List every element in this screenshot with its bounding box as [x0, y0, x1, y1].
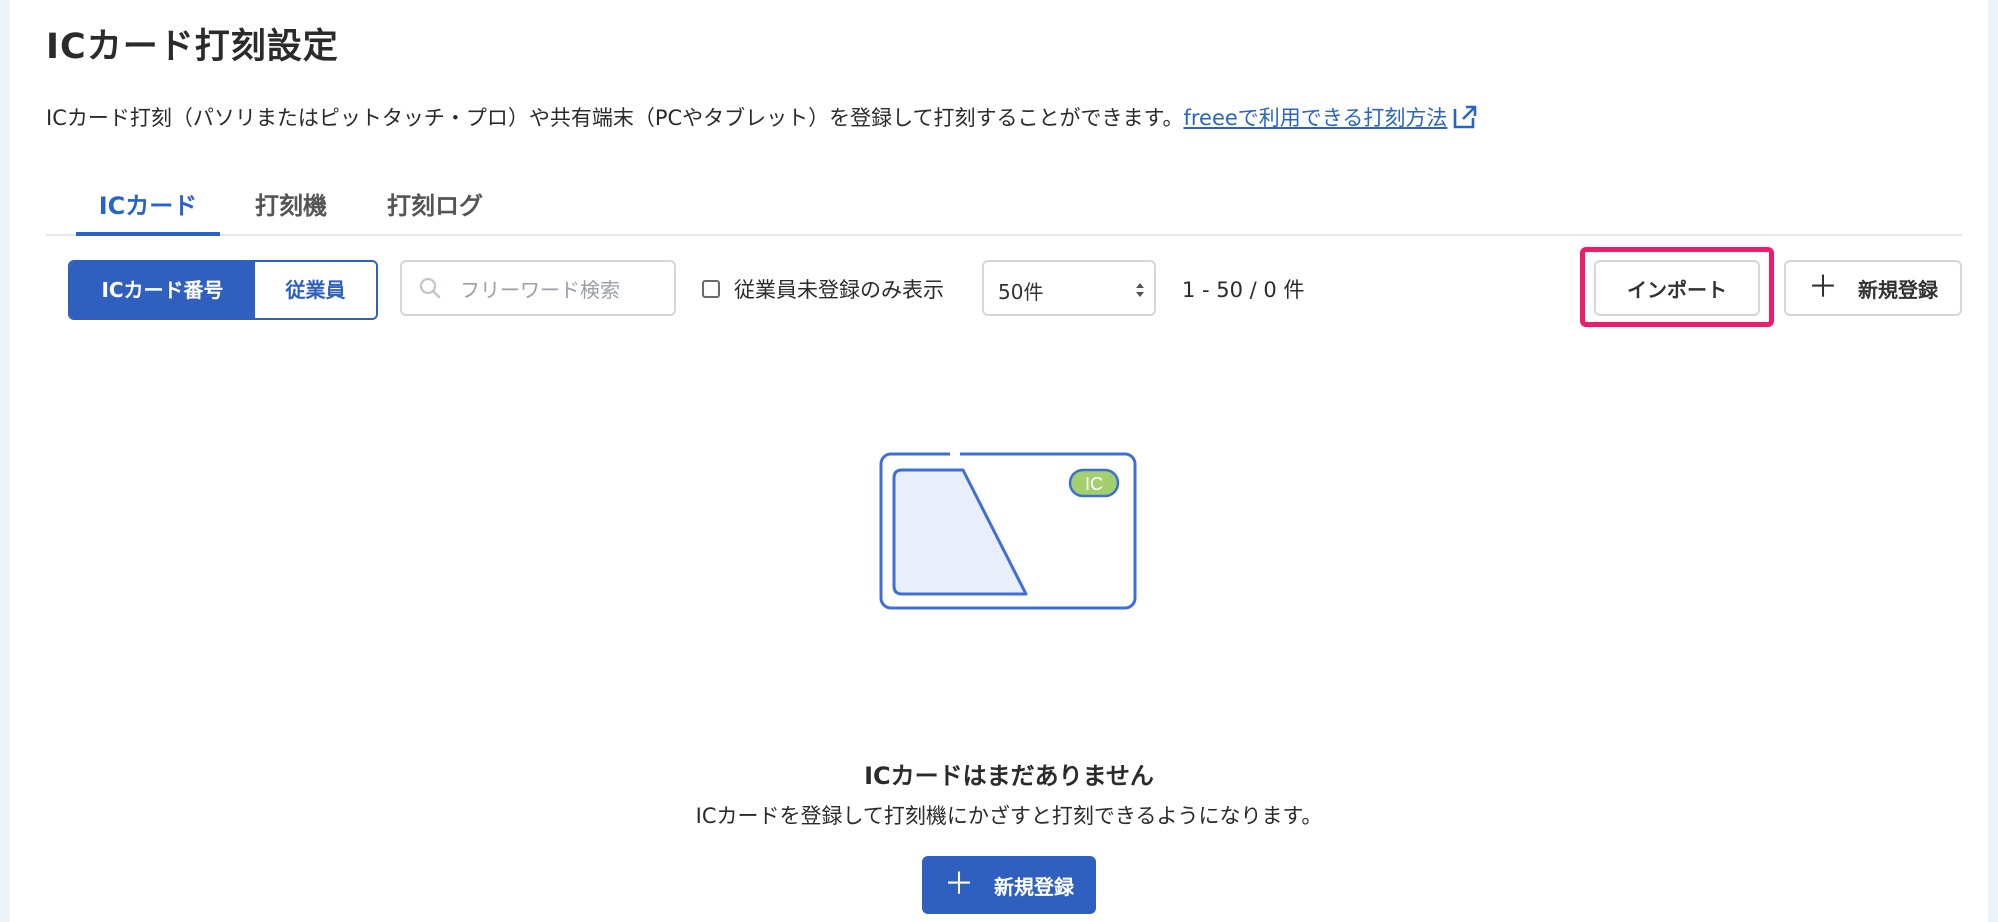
page-description: ICカード打刻（パソリまたはピットタッチ・プロ）や共有端末（PCやタブレット）を… — [46, 102, 1479, 132]
search-input[interactable] — [458, 272, 668, 308]
per-page-value: 50件 — [998, 280, 1044, 304]
tab-punch-machine[interactable]: 打刻機 — [238, 184, 344, 232]
tab-ic-card[interactable]: ICカード — [76, 184, 220, 236]
description-text: ICカード打刻（パソリまたはピットタッチ・プロ）や共有端末（PCやタブレット）を… — [46, 106, 1184, 130]
unregistered-only-checkbox[interactable] — [702, 280, 720, 298]
search-icon — [419, 277, 441, 299]
ic-badge-text: IC — [1085, 474, 1103, 494]
toggle-employee[interactable]: 従業員 — [255, 262, 376, 318]
select-arrows-icon — [1136, 283, 1144, 297]
plus-icon: ＋ — [1808, 270, 1838, 305]
per-page-select[interactable]: 50件 — [982, 260, 1156, 316]
view-toggle: ICカード番号 従業員 — [68, 260, 378, 320]
toggle-ic-card-number[interactable]: ICカード番号 — [70, 262, 255, 318]
unregistered-filter[interactable]: 従業員未登録のみ表示 — [702, 274, 944, 304]
empty-new-registration-label: 新規登録 — [994, 874, 1074, 899]
main-panel: ICカード打刻設定 ICカード打刻（パソリまたはピットタッチ・プロ）や共有端末（… — [10, 0, 1988, 922]
import-button[interactable]: インポート — [1594, 260, 1760, 316]
help-link[interactable]: freeeで利用できる打刻方法 — [1183, 106, 1447, 130]
plus-icon: ＋ — [944, 867, 974, 902]
external-link-icon[interactable] — [1451, 103, 1479, 131]
result-count: 1 - 50 / 0 件 — [1182, 278, 1305, 302]
empty-new-registration-button[interactable]: ＋ 新規登録 — [922, 856, 1096, 914]
new-registration-label: 新規登録 — [1858, 277, 1938, 302]
ic-card-illustration: IC — [879, 450, 1137, 610]
page-title: ICカード打刻設定 — [46, 27, 339, 67]
empty-state-description: ICカードを登録して打刻機にかざすと打刻できるようになります。 — [695, 804, 1323, 828]
tab-bar: ICカード 打刻機 打刻ログ — [46, 184, 1962, 236]
tab-punch-log[interactable]: 打刻ログ — [376, 184, 494, 232]
new-registration-button[interactable]: ＋ 新規登録 — [1784, 260, 1962, 316]
empty-state-title: ICカードはまだありません — [864, 762, 1154, 790]
unregistered-only-label: 従業員未登録のみ表示 — [734, 278, 944, 302]
search-box — [400, 260, 676, 316]
